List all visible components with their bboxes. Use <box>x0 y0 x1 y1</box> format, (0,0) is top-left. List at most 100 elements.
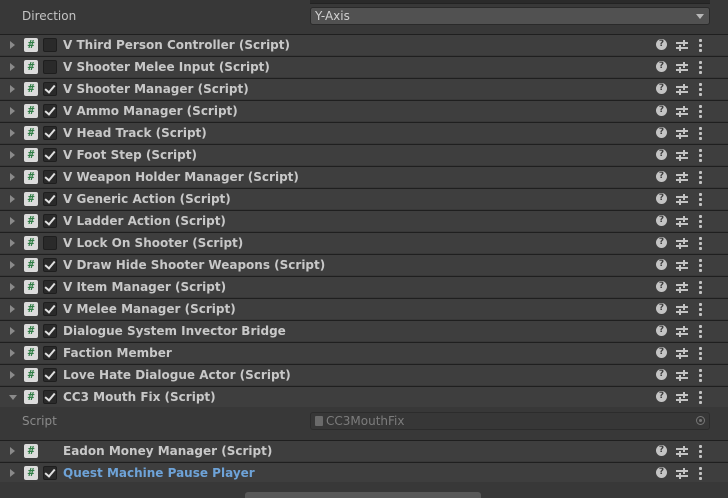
component-header[interactable]: # Quest Machine Pause Player? <box>0 462 728 483</box>
context-menu-icon[interactable] <box>699 61 702 74</box>
help-icon[interactable]: ? <box>656 39 667 50</box>
component-header[interactable]: # V Ladder Action (Script)? <box>0 210 728 231</box>
presets-icon[interactable] <box>676 348 688 359</box>
context-menu-icon[interactable] <box>699 259 702 272</box>
component-header[interactable]: # V Head Track (Script)? <box>0 122 728 143</box>
foldout-closed-icon[interactable] <box>10 173 15 181</box>
presets-icon[interactable] <box>676 392 688 403</box>
enable-checkbox[interactable] <box>43 466 57 480</box>
help-icon[interactable]: ? <box>656 369 667 380</box>
context-menu-icon[interactable] <box>699 325 702 338</box>
presets-icon[interactable] <box>676 446 688 457</box>
enable-checkbox[interactable] <box>43 192 57 206</box>
component-header[interactable]: # V Melee Manager (Script)? <box>0 298 728 319</box>
enable-checkbox[interactable] <box>43 126 57 140</box>
foldout-closed-icon[interactable] <box>10 129 15 137</box>
presets-icon[interactable] <box>676 370 688 381</box>
component-header[interactable]: # V Draw Hide Shooter Weapons (Script)? <box>0 254 728 275</box>
component-header[interactable]: # V Item Manager (Script)? <box>0 276 728 297</box>
enable-checkbox[interactable] <box>43 346 57 360</box>
component-header[interactable]: # Dialogue System Invector Bridge? <box>0 320 728 341</box>
component-header[interactable]: # V Shooter Manager (Script)? <box>0 78 728 99</box>
help-icon[interactable]: ? <box>656 127 667 138</box>
enable-checkbox[interactable] <box>43 280 57 294</box>
component-header[interactable]: # V Shooter Melee Input (Script)? <box>0 56 728 77</box>
enable-checkbox[interactable] <box>43 368 57 382</box>
enable-checkbox[interactable] <box>43 82 57 96</box>
context-menu-icon[interactable] <box>699 149 702 162</box>
foldout-closed-icon[interactable] <box>10 85 15 93</box>
component-header[interactable]: # V Generic Action (Script)? <box>0 188 728 209</box>
component-header[interactable]: # CC3 Mouth Fix (Script)? <box>0 386 728 407</box>
help-icon[interactable]: ? <box>656 171 667 182</box>
component-header[interactable]: # Love Hate Dialogue Actor (Script)? <box>0 364 728 385</box>
component-header[interactable]: # V Lock On Shooter (Script)? <box>0 232 728 253</box>
context-menu-icon[interactable] <box>699 391 702 404</box>
foldout-closed-icon[interactable] <box>10 63 15 71</box>
enable-checkbox[interactable] <box>43 148 57 162</box>
presets-icon[interactable] <box>676 468 688 479</box>
help-icon[interactable]: ? <box>656 445 667 456</box>
enable-checkbox[interactable] <box>43 236 57 250</box>
help-icon[interactable]: ? <box>656 325 667 336</box>
help-icon[interactable]: ? <box>656 149 667 160</box>
help-icon[interactable]: ? <box>656 303 667 314</box>
enable-checkbox[interactable] <box>43 324 57 338</box>
context-menu-icon[interactable] <box>699 105 702 118</box>
context-menu-icon[interactable] <box>699 237 702 250</box>
help-icon[interactable]: ? <box>656 83 667 94</box>
presets-icon[interactable] <box>676 150 688 161</box>
help-icon[interactable]: ? <box>656 467 667 478</box>
enable-checkbox[interactable] <box>43 258 57 272</box>
context-menu-icon[interactable] <box>699 83 702 96</box>
help-icon[interactable]: ? <box>656 215 667 226</box>
presets-icon[interactable] <box>676 106 688 117</box>
component-header[interactable]: # V Ammo Manager (Script)? <box>0 100 728 121</box>
foldout-closed-icon[interactable] <box>10 305 15 313</box>
component-header[interactable]: # V Third Person Controller (Script)? <box>0 34 728 55</box>
help-icon[interactable]: ? <box>656 259 667 270</box>
enable-checkbox[interactable] <box>43 214 57 228</box>
foldout-closed-icon[interactable] <box>10 41 15 49</box>
context-menu-icon[interactable] <box>699 171 702 184</box>
help-icon[interactable]: ? <box>656 61 667 72</box>
presets-icon[interactable] <box>676 216 688 227</box>
foldout-closed-icon[interactable] <box>10 151 15 159</box>
component-header[interactable]: # Eadon Money Manager (Script)? <box>0 440 728 461</box>
presets-icon[interactable] <box>676 282 688 293</box>
help-icon[interactable]: ? <box>656 105 667 116</box>
enable-checkbox[interactable] <box>43 170 57 184</box>
presets-icon[interactable] <box>676 194 688 205</box>
object-picker-icon[interactable] <box>696 416 705 425</box>
enable-checkbox[interactable] <box>43 104 57 118</box>
context-menu-icon[interactable] <box>699 39 702 52</box>
component-header[interactable]: # V Weapon Holder Manager (Script)? <box>0 166 728 187</box>
help-icon[interactable]: ? <box>656 347 667 358</box>
presets-icon[interactable] <box>676 304 688 315</box>
foldout-closed-icon[interactable] <box>10 447 15 455</box>
presets-icon[interactable] <box>676 128 688 139</box>
context-menu-icon[interactable] <box>699 467 702 480</box>
enable-checkbox[interactable] <box>43 60 57 74</box>
context-menu-icon[interactable] <box>699 347 702 360</box>
foldout-closed-icon[interactable] <box>10 217 15 225</box>
foldout-closed-icon[interactable] <box>10 239 15 247</box>
enable-checkbox[interactable] <box>43 302 57 316</box>
presets-icon[interactable] <box>676 238 688 249</box>
foldout-closed-icon[interactable] <box>10 327 15 335</box>
help-icon[interactable]: ? <box>656 237 667 248</box>
presets-icon[interactable] <box>676 40 688 51</box>
component-header[interactable]: # Faction Member? <box>0 342 728 363</box>
component-header[interactable]: # V Foot Step (Script)? <box>0 144 728 165</box>
help-icon[interactable]: ? <box>656 193 667 204</box>
script-object-field[interactable]: CC3MouthFix <box>310 412 710 430</box>
foldout-closed-icon[interactable] <box>10 107 15 115</box>
direction-dropdown[interactable]: Y-Axis <box>310 7 710 25</box>
context-menu-icon[interactable] <box>699 127 702 140</box>
context-menu-icon[interactable] <box>699 193 702 206</box>
foldout-closed-icon[interactable] <box>10 283 15 291</box>
context-menu-icon[interactable] <box>699 303 702 316</box>
context-menu-icon[interactable] <box>699 445 702 458</box>
foldout-open-icon[interactable] <box>9 395 17 400</box>
enable-checkbox[interactable] <box>43 390 57 404</box>
